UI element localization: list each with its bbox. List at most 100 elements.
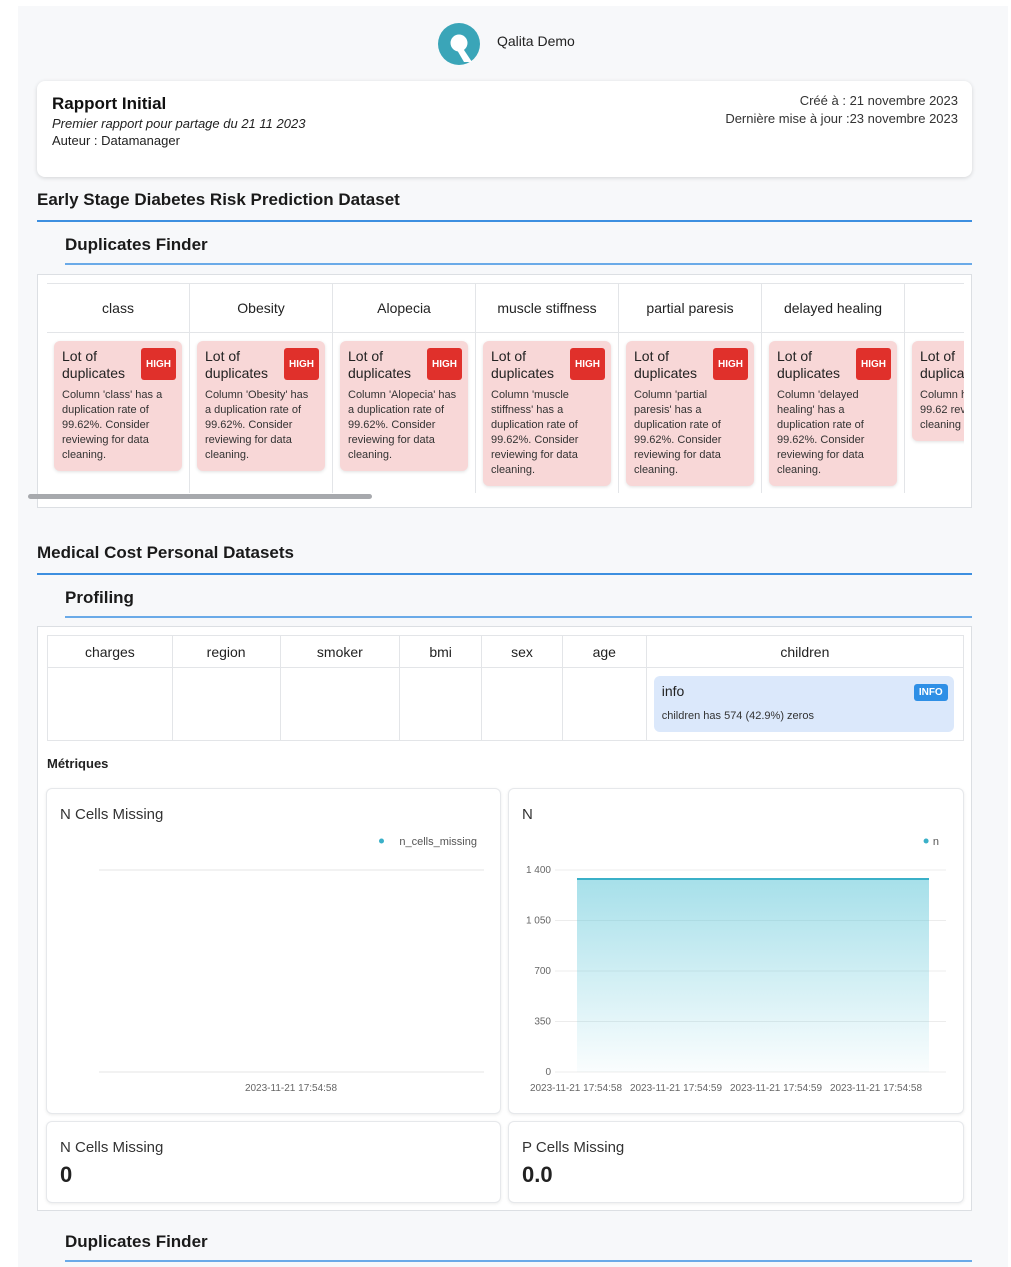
column-header[interactable]: smoker <box>280 636 400 668</box>
duplicate-alert-card[interactable]: Lot of duplicates HIGH Column 'class' has … <box>54 341 182 471</box>
duplicates-column: delayed healing Lot of duplicates HIGH Colu… <box>762 283 905 493</box>
severity-badge: HIGH <box>284 348 319 380</box>
column-cell: info INFO children has 574 (42.9%) zeros <box>647 668 963 740</box>
column-cell: Lot of duplicates HIGH Column 'Obesity' ha… <box>190 333 332 493</box>
column-header[interactable]: Alopecia <box>333 283 475 333</box>
profiling-column: smoker <box>280 636 401 740</box>
info-text: children has 574 (42.9%) zeros <box>661 710 814 722</box>
severity-badge: HIGH <box>713 348 748 380</box>
duplicate-alert-card[interactable]: Lot of duplicates HIGH Column 'partial par… <box>626 341 754 486</box>
qalita-logo-icon[interactable] <box>436 22 484 66</box>
x-tick-label: 2023-11-21 17:54:59 <box>730 1083 823 1094</box>
y-tick-label: 350 <box>534 1017 551 1028</box>
x-tick-label: 2023-11-21 17:54:58 <box>530 1083 623 1094</box>
stat-card-p-cells-missing: P Cells Missing 0.0 <box>508 1121 964 1203</box>
stat-value: 0.0 <box>522 1162 553 1187</box>
legend-label: n <box>933 836 939 848</box>
alert-description: Column 'partial paresis' has a duplicati… <box>634 389 722 476</box>
alert-title: Lot of duplicates <box>491 348 555 381</box>
column-cell: Lot of duplicates HIGH Column 'muscle stif… <box>476 333 618 493</box>
column-header[interactable]: muscle stiffness <box>476 283 618 333</box>
duplicates-column: Irri Lot of duplica Column has a du of 99.… <box>905 283 964 493</box>
duplicate-alert-card[interactable]: Lot of duplica Column has a du of 99.62 r… <box>912 341 964 441</box>
duplicates-table: class Lot of duplicates HIGH Column 'class'… <box>47 283 964 493</box>
profiling-panel: charges region smoker bmi sex age children info… <box>37 626 972 1211</box>
legend-marker <box>923 838 929 844</box>
profiling-column: bmi <box>400 636 483 740</box>
n-chart: n 0 350 700 1 050 1 400 2023-11-21 17:54:58 202… <box>526 836 946 1094</box>
profiling-table: charges region smoker bmi sex age children info… <box>47 635 964 741</box>
column-header[interactable]: charges <box>48 636 172 668</box>
x-tick-label: 2023-11-21 17:54:58 <box>830 1083 923 1094</box>
duplicates-column: muscle stiffness Lot of duplicates HIGH Col… <box>476 283 619 493</box>
profiling-column: children info INFO children has 574 (42.9%)… <box>646 636 963 740</box>
column-header[interactable]: Obesity <box>190 283 332 333</box>
legend-label: n_cells_missing <box>399 836 477 848</box>
column-cell: Lot of duplicates HIGH Column 'Alopecia' h… <box>333 333 475 493</box>
dataset-title: Medical Cost Personal Datasets <box>37 543 972 575</box>
report-author: Auteur : Datamanager <box>52 133 180 148</box>
severity-badge: HIGH <box>141 348 176 380</box>
column-header[interactable]: sex <box>482 636 562 668</box>
column-cell: Lot of duplicates HIGH Column 'partial par… <box>619 333 761 493</box>
scrollbar-thumb[interactable] <box>28 494 372 499</box>
duplicate-alert-card[interactable]: Lot of duplicates HIGH Column 'Obesity' ha… <box>197 341 325 471</box>
alert-title: Lot of duplicates <box>62 348 126 381</box>
alert-description: Column 'class' has a duplication rate of… <box>62 389 163 461</box>
subsection-title: Duplicates Finder <box>65 1232 972 1262</box>
report-header-card: Rapport Initial Premier rapport pour par… <box>37 81 972 177</box>
duplicate-alert-card[interactable]: Lot of duplicates HIGH Column 'muscle stif… <box>483 341 611 486</box>
duplicates-column: Obesity Lot of duplicates HIGH Column 'Obes… <box>190 283 333 493</box>
legend-marker <box>379 838 384 844</box>
y-tick-label: 0 <box>545 1067 551 1078</box>
alert-title: Lot of duplicates <box>205 348 269 381</box>
n-cells-missing-chart: n_cells_missing 2023-11-21 17:54:58 <box>99 836 484 1094</box>
profiling-column: charges <box>48 636 173 740</box>
duplicate-alert-card[interactable]: Lot of duplicates HIGH Column 'delayed hea… <box>769 341 897 486</box>
column-header[interactable]: delayed healing <box>762 283 904 333</box>
y-tick-label: 1 400 <box>526 865 551 876</box>
column-cell: Lot of duplica Column has a du of 99.62 r… <box>905 333 964 493</box>
column-header[interactable]: bmi <box>400 636 482 668</box>
series-area <box>577 878 929 1072</box>
app-name: Qalita Demo <box>497 33 575 49</box>
alert-description: Column 'Obesity' has a duplication rate … <box>205 389 309 461</box>
duplicate-alert-card[interactable]: Lot of duplicates HIGH Column 'Alopecia' h… <box>340 341 468 471</box>
duplicates-scroll-area[interactable]: class Lot of duplicates HIGH Column 'class'… <box>47 283 964 501</box>
info-title: info <box>661 683 685 699</box>
severity-badge: HIGH <box>856 348 891 380</box>
alert-title: Lot of duplicates <box>777 348 841 381</box>
y-tick-label: 700 <box>534 966 551 977</box>
subsection-title: Duplicates Finder <box>65 235 972 265</box>
duplicates-column: partial paresis Lot of duplicates HIGH Colu… <box>619 283 762 493</box>
profiling-column: age <box>562 636 647 740</box>
alert-title: Lot of duplicates <box>634 348 698 381</box>
metrics-label: Métriques <box>47 756 109 771</box>
report-updated-date: Dernière mise à jour :23 novembre 2023 <box>725 111 958 126</box>
stat-title: P Cells Missing <box>522 1139 625 1156</box>
duplicates-panel: class Lot of duplicates HIGH Column 'class'… <box>37 274 972 508</box>
column-header[interactable]: children <box>646 636 963 668</box>
stat-card-n-cells-missing: N Cells Missing 0 <box>46 1121 501 1203</box>
report-description: Premier rapport pour partage du 21 11 20… <box>52 116 306 131</box>
column-cell: Lot of duplicates HIGH Column 'delayed hea… <box>762 333 904 493</box>
top-bar: Qalita Demo <box>18 6 1008 70</box>
info-alert-card[interactable]: info INFO children has 574 (42.9%) zeros <box>653 676 954 732</box>
stat-value: 0 <box>60 1162 73 1187</box>
column-header[interactable]: age <box>562 636 646 668</box>
duplicates-column: Alopecia Lot of duplicates HIGH Column 'Alo… <box>333 283 476 493</box>
alert-description: Column 'muscle stiffness' has a duplicat… <box>491 389 579 476</box>
severity-badge: HIGH <box>570 348 605 380</box>
column-header[interactable]: partial paresis <box>619 283 761 333</box>
info-badge: INFO <box>913 684 948 701</box>
y-tick-label: 1 050 <box>526 916 551 927</box>
column-header[interactable]: region <box>172 636 280 668</box>
stat-title: N Cells Missing <box>60 1139 164 1156</box>
subsection-title: Profiling <box>65 588 972 618</box>
alert-description: Column has a du of 99.62 reviewin cleani… <box>920 389 964 431</box>
chart-card-n-cells-missing: N Cells Missing n_cells_missing 2023-11-2… <box>46 788 501 1114</box>
column-header[interactable]: Irri <box>905 283 964 333</box>
alert-description: Column 'Alopecia' has a duplication rate… <box>348 389 457 461</box>
severity-badge: HIGH <box>427 348 462 380</box>
column-header[interactable]: class <box>47 283 189 333</box>
